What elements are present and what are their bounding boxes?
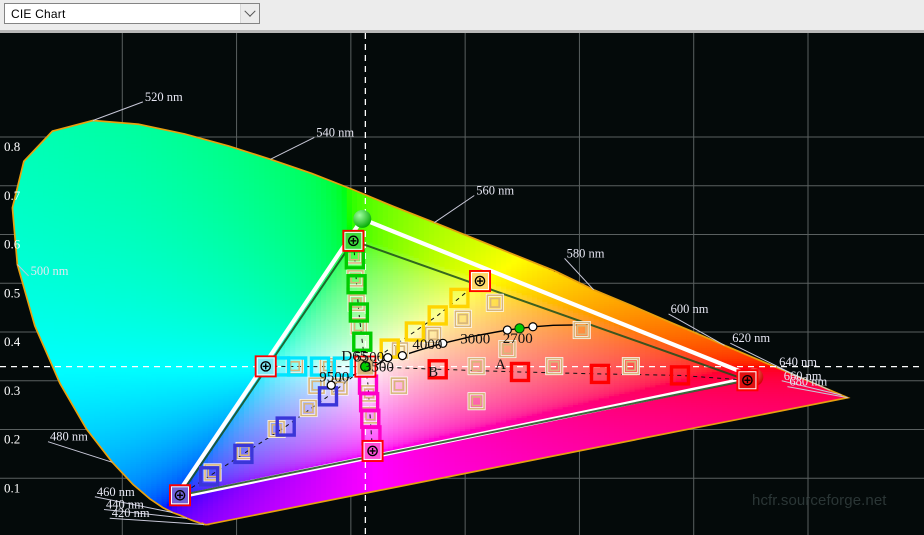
- y-tick-label: 0.4: [4, 334, 21, 349]
- y-tick-label: 0.3: [4, 383, 20, 398]
- blackbody-node-2700[interactable]: [528, 322, 538, 332]
- y-tick-label: 0.2: [4, 432, 20, 447]
- target-primary-green[interactable]: [353, 209, 372, 228]
- temp-label-3500: 3500: [364, 360, 394, 376]
- illuminant-label-D65: D65: [341, 348, 367, 364]
- cie-chart-window: CIE Chart 520 nm 540 nm 560 nm 580 nm 600 nm…: [0, 0, 924, 535]
- temp-label-3000: 3000: [460, 331, 490, 347]
- temp-label-4000: 4000: [412, 337, 442, 353]
- measured-primary-red-handle[interactable]: [736, 369, 759, 392]
- chart-type-select[interactable]: CIE Chart: [4, 3, 260, 24]
- wavelength-label: 480 nm: [50, 430, 88, 444]
- measured-primary-green-handle[interactable]: [342, 229, 365, 252]
- illuminant-label-B: B: [428, 365, 438, 381]
- wavelength-label: 620 nm: [732, 331, 770, 345]
- y-tick-label: 0.7: [4, 188, 21, 203]
- toolbar: CIE Chart: [0, 0, 924, 30]
- wavelength-label: 580 nm: [567, 246, 605, 260]
- y-tick-label: 0.8: [4, 139, 20, 154]
- wavelength-label: 600 nm: [671, 302, 709, 316]
- measured-primary-cyan-handle[interactable]: [254, 355, 277, 378]
- chart-type-select-value: CIE Chart: [5, 7, 65, 21]
- wavelength-label: 520 nm: [145, 90, 183, 104]
- wavelength-label: 640 nm: [779, 355, 817, 369]
- y-tick-label: 0.1: [4, 480, 20, 495]
- measured-primary-magenta-handle[interactable]: [361, 439, 384, 462]
- chromaticity-fill: [12, 120, 848, 525]
- y-tick-label: 0.5: [4, 285, 20, 300]
- illuminant-label-A: A: [495, 357, 506, 373]
- wavelength-label: 560 nm: [476, 184, 514, 198]
- measured-primary-blue-handle[interactable]: [168, 484, 191, 507]
- watermark-text: hcfr.sourceforge.net: [752, 492, 887, 509]
- y-tick-label: 0.6: [4, 237, 21, 252]
- cie-diagram-svg[interactable]: 520 nm 540 nm 560 nm 580 nm 600 nm 620 nm 640 …: [0, 33, 924, 535]
- cie-chart-panel[interactable]: 520 nm 540 nm 560 nm 580 nm 600 nm 620 nm 640 …: [0, 30, 924, 535]
- blackbody-node-5000[interactable]: [397, 350, 407, 361]
- wavelength-label: 680 nm: [789, 375, 827, 389]
- wavelength-label: 420 nm: [112, 506, 150, 520]
- temp-label-2700: 2700: [503, 331, 533, 347]
- wavelength-label: 540 nm: [316, 125, 354, 139]
- temp-label-9500: 9500: [319, 369, 349, 385]
- chevron-down-icon[interactable]: [240, 4, 259, 23]
- wavelength-label: 500 nm: [31, 264, 69, 278]
- cie-plot[interactable]: 520 nm 540 nm 560 nm 580 nm 600 nm 620 nm 640 …: [0, 33, 924, 535]
- measured-primary-yellow-handle[interactable]: [468, 270, 491, 293]
